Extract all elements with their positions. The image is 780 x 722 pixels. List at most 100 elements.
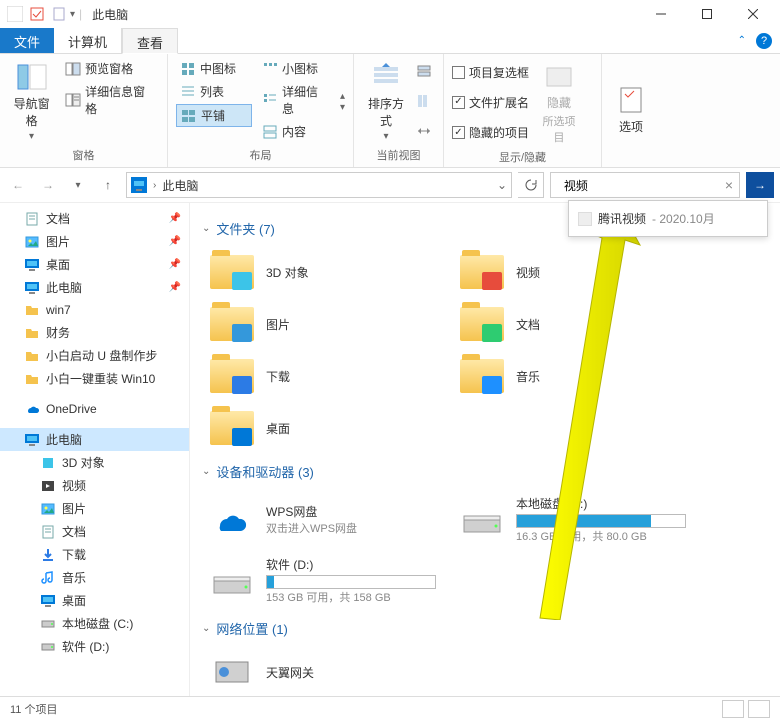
sidebar-item[interactable]: 图片 📌 (0, 230, 189, 253)
medium-icons-button[interactable]: 中图标 (176, 58, 252, 79)
sidebar-item[interactable]: 本地磁盘 (C:) (0, 612, 189, 635)
back-button[interactable]: ← (6, 173, 30, 197)
refresh-button[interactable] (518, 172, 544, 198)
sort-button[interactable]: 排序方式▾ (362, 58, 410, 145)
sidebar-item[interactable]: 财务 (0, 321, 189, 344)
sidebar-item[interactable]: 视频 (0, 474, 189, 497)
navigation-tree[interactable]: 文档 📌 图片 📌 桌面 📌 此电脑 📌 win7 财务 (0, 203, 190, 696)
search-input[interactable] (564, 178, 719, 192)
view-large-button[interactable] (748, 700, 770, 718)
sidebar-item[interactable]: 文档 (0, 520, 189, 543)
help-icon[interactable]: ? (756, 33, 772, 49)
sidebar-item-label: 小白一键重装 Win10 (46, 370, 155, 387)
drive-subtext: 双击进入WPS网盘 (266, 520, 357, 536)
tiles-button[interactable]: 平铺 (176, 104, 252, 127)
folder-item[interactable]: 音乐 (452, 350, 702, 402)
list-button[interactable]: 列表 (176, 81, 252, 102)
drive-item[interactable]: 软件 (D:)153 GB 可用，共 158 GB (202, 550, 452, 611)
sidebar-item[interactable]: 此电脑 (0, 428, 189, 451)
folder-icon (208, 408, 256, 448)
tab-computer[interactable]: 计算机 (54, 28, 122, 53)
hidden-items-checkbox[interactable]: ✓隐藏的项目 (452, 124, 529, 141)
folder-icon (458, 356, 506, 396)
nav-pane-button[interactable]: 导航窗格 ▾ (8, 58, 55, 145)
folder-item[interactable]: 桌面 (202, 402, 452, 454)
hide-selected-button[interactable]: 隐藏 所选项目 (535, 58, 583, 147)
add-columns-icon[interactable] (416, 93, 432, 109)
search-box[interactable]: × (550, 172, 740, 198)
tab-view[interactable]: 查看 (122, 28, 178, 54)
folder-label: 下载 (266, 368, 290, 385)
sidebar-item[interactable]: 桌面 (0, 589, 189, 612)
folder-item[interactable]: 3D 对象 (202, 246, 452, 298)
options-button[interactable]: 选项 (610, 58, 652, 161)
drive-label: 软件 (D:) (266, 556, 436, 573)
forward-button[interactable]: → (36, 173, 60, 197)
onedrive-icon (24, 401, 40, 417)
sidebar-item-label: 图片 (62, 500, 86, 517)
details-pane-button[interactable]: 详细信息窗格 (61, 81, 159, 119)
sidebar-item[interactable]: 3D 对象 (0, 451, 189, 474)
qat-page-icon[interactable] (51, 6, 67, 22)
size-columns-icon[interactable] (416, 123, 432, 139)
network-section-header[interactable]: ⌄网络位置 (1) (202, 619, 768, 638)
sidebar-item[interactable]: 下载 (0, 543, 189, 566)
folder-item[interactable]: 视频 (452, 246, 702, 298)
sidebar-item-label: 桌面 (62, 592, 86, 609)
ribbon-collapse-icon[interactable]: ⌃ (738, 35, 746, 46)
sidebar-item[interactable]: 小白启动 U 盘制作步 (0, 344, 189, 367)
up-button[interactable]: ↑ (96, 173, 120, 197)
sidebar-item-label: 图片 (46, 233, 70, 250)
details-button[interactable]: 详细信息 (258, 81, 334, 119)
recent-dropdown[interactable]: ▾ (66, 173, 90, 197)
content-area[interactable]: ⌄文件夹 (7) 3D 对象 视频 图片 文档 下载 音乐 桌面⌄设备和驱动器 … (190, 203, 780, 696)
tab-file[interactable]: 文件 (0, 28, 54, 53)
view-details-button[interactable] (722, 700, 744, 718)
drive-subtext: 16.3 GB 可用，共 80.0 GB (516, 528, 686, 544)
address-dropdown-icon[interactable]: ⌄ (497, 178, 507, 192)
qat-dropdown-icon[interactable]: ▾ (70, 9, 75, 20)
sidebar-item[interactable]: 小白一键重装 Win10 (0, 367, 189, 390)
pc-icon (24, 280, 40, 296)
minimize-button[interactable] (638, 0, 684, 28)
clear-search-icon[interactable]: × (725, 177, 733, 193)
content-button[interactable]: 内容 (258, 121, 334, 142)
sidebar-item[interactable]: 此电脑 📌 (0, 276, 189, 299)
folder-icon (208, 252, 256, 292)
item-checkboxes-checkbox[interactable]: 项目复选框 (452, 64, 529, 81)
close-button[interactable] (730, 0, 776, 28)
folder-item[interactable]: 下载 (202, 350, 452, 402)
doc-icon (40, 524, 56, 540)
sidebar-item[interactable]: win7 (0, 299, 189, 321)
address-bar[interactable]: › 此电脑 ⌄ (126, 172, 512, 198)
drive-icon (208, 561, 256, 601)
search-go-button[interactable]: → (746, 172, 774, 198)
preview-pane-button[interactable]: 预览窗格 (61, 58, 159, 79)
sidebar-item[interactable]: 软件 (D:) (0, 635, 189, 658)
small-icons-button[interactable]: 小图标 (258, 58, 334, 79)
drive-label: 本地磁盘 (C:) (516, 495, 686, 512)
folder-item[interactable]: 图片 (202, 298, 452, 350)
group-by-icon[interactable] (416, 64, 432, 80)
search-suggestion-item[interactable]: 腾讯视频 - 2020.10月 (575, 207, 761, 230)
pin-icon: 📌 (169, 236, 181, 247)
file-ext-checkbox[interactable]: ✓文件扩展名 (452, 94, 529, 111)
devices-section-header[interactable]: ⌄设备和驱动器 (3) (202, 462, 768, 481)
sidebar-item-label: 下载 (62, 546, 86, 563)
navigation-bar: ← → ▾ ↑ › 此电脑 ⌄ × → (0, 168, 780, 202)
window-title: 此电脑 (92, 6, 128, 23)
sidebar-item[interactable]: 文档 📌 (0, 207, 189, 230)
drive-icon (208, 500, 256, 540)
sidebar-item[interactable]: 音乐 (0, 566, 189, 589)
network-item[interactable]: 天翼网关 (202, 646, 452, 696)
folder-item[interactable]: 文档 (452, 298, 702, 350)
maximize-button[interactable] (684, 0, 730, 28)
sidebar-item[interactable]: 桌面 📌 (0, 253, 189, 276)
sidebar-item-label: 文档 (62, 523, 86, 540)
folder-label: 视频 (516, 264, 540, 281)
qat-checkbox-icon[interactable] (29, 6, 45, 22)
sidebar-item[interactable]: 图片 (0, 497, 189, 520)
drive-item[interactable]: WPS网盘双击进入WPS网盘 (202, 489, 452, 550)
sidebar-item[interactable]: OneDrive (0, 398, 189, 420)
drive-item[interactable]: 本地磁盘 (C:) 16.3 GB 可用，共 80.0 GB (452, 489, 702, 550)
